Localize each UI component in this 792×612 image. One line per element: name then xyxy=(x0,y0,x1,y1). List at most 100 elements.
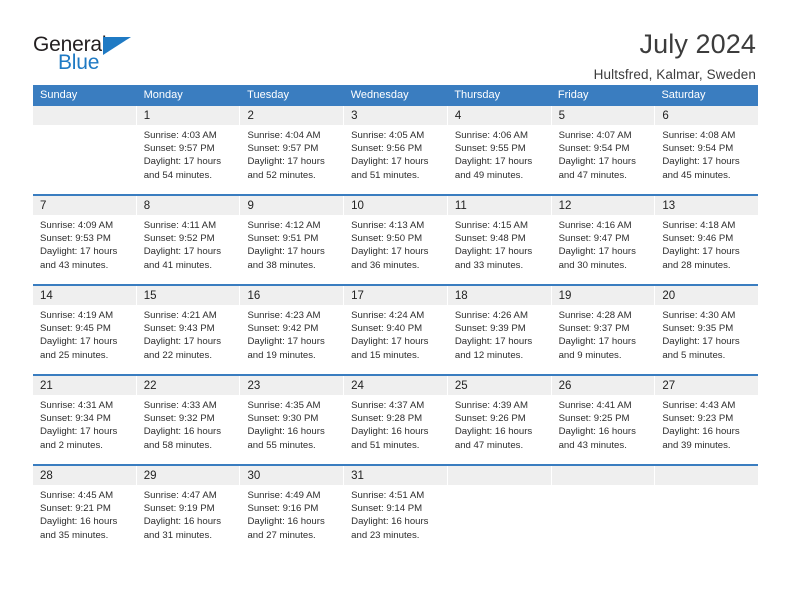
day-number: 27 xyxy=(655,376,759,395)
day-number: 31 xyxy=(344,466,447,485)
day-details: Sunrise: 4:43 AM Sunset: 9:23 PM Daylight:… xyxy=(655,395,758,452)
calendar-day-cell[interactable]: 1 Sunrise: 4:03 AM Sunset: 9:57 PM Daylight… xyxy=(136,106,241,194)
sunrise-text: Sunrise: 4:06 AM xyxy=(454,130,528,141)
sunrise-text: Sunrise: 4:19 AM xyxy=(40,310,114,321)
calendar-day-cell[interactable]: 14 Sunrise: 4:19 AM Sunset: 9:45 PM Dayligh… xyxy=(33,286,137,374)
sunset-text: Sunset: 9:23 PM xyxy=(662,413,734,425)
daylight-text: Daylight: 17 hours and 19 minutes. xyxy=(247,336,325,361)
day-number: 11 xyxy=(447,196,551,215)
sunrise-text: Sunrise: 4:11 AM xyxy=(143,220,217,231)
calendar-grid: Sunday Monday Tuesday Wednesday Thursday… xyxy=(33,85,759,554)
sunset-text: Sunset: 9:39 PM xyxy=(454,323,526,335)
daylight-text: Daylight: 17 hours and 49 minutes. xyxy=(454,156,533,181)
calendar-day-cell[interactable]: 10 Sunrise: 4:13 AM Sunset: 9:50 PM Dayligh… xyxy=(344,196,448,284)
calendar-day-cell[interactable]: 15 Sunrise: 4:21 AM Sunset: 9:43 PM Dayligh… xyxy=(136,286,241,374)
calendar-day-cell[interactable]: 12 Sunrise: 4:16 AM Sunset: 9:47 PM Dayligh… xyxy=(551,196,656,284)
sunset-text: Sunset: 9:47 PM xyxy=(558,233,630,245)
weekday-saturday: Saturday xyxy=(661,89,706,101)
day-number: 12 xyxy=(551,196,655,215)
location-subtitle: Hultsfred, Kalmar, Sweden xyxy=(593,67,756,83)
calendar-day-cell[interactable]: 11 Sunrise: 4:15 AM Sunset: 9:48 PM Dayligh… xyxy=(447,196,552,284)
calendar-day-cell-empty xyxy=(655,466,759,554)
day-details: Sunrise: 4:05 AM Sunset: 9:56 PM Daylight:… xyxy=(344,125,447,182)
sunrise-text: Sunrise: 4:35 AM xyxy=(247,400,321,411)
calendar-day-cell[interactable]: 31 Sunrise: 4:51 AM Sunset: 9:14 PM Dayligh… xyxy=(344,466,448,554)
sunrise-text: Sunrise: 4:39 AM xyxy=(454,400,528,411)
calendar-day-cell[interactable]: 19 Sunrise: 4:28 AM Sunset: 9:37 PM Dayligh… xyxy=(551,286,656,374)
sunset-text: Sunset: 9:52 PM xyxy=(143,233,215,245)
sunrise-text: Sunrise: 4:18 AM xyxy=(662,220,736,231)
calendar-weeks: 1 Sunrise: 4:03 AM Sunset: 9:57 PM Daylight… xyxy=(33,106,759,554)
day-number: 1 xyxy=(136,106,240,125)
daylight-text: Daylight: 17 hours and 2 minutes. xyxy=(40,426,118,451)
calendar-day-cell[interactable]: 13 Sunrise: 4:18 AM Sunset: 9:46 PM Dayligh… xyxy=(655,196,759,284)
day-number: 6 xyxy=(655,106,759,125)
calendar-day-cell[interactable]: 28 Sunrise: 4:45 AM Sunset: 9:21 PM Dayligh… xyxy=(33,466,137,554)
sunset-text: Sunset: 9:43 PM xyxy=(143,323,215,335)
calendar-week-row: 1 Sunrise: 4:03 AM Sunset: 9:57 PM Daylight… xyxy=(33,106,759,194)
calendar-day-cell[interactable]: 5 Sunrise: 4:07 AM Sunset: 9:54 PM Daylight… xyxy=(551,106,656,194)
calendar-day-cell[interactable]: 20 Sunrise: 4:30 AM Sunset: 9:35 PM Dayligh… xyxy=(655,286,759,374)
calendar-day-cell[interactable]: 27 Sunrise: 4:43 AM Sunset: 9:23 PM Dayligh… xyxy=(655,376,759,464)
triangle-icon xyxy=(103,37,131,55)
sunset-text: Sunset: 9:48 PM xyxy=(454,233,526,245)
calendar-day-cell[interactable]: 4 Sunrise: 4:06 AM Sunset: 9:55 PM Daylight… xyxy=(447,106,552,194)
calendar-day-cell[interactable]: 30 Sunrise: 4:49 AM Sunset: 9:16 PM Dayligh… xyxy=(240,466,345,554)
day-number xyxy=(33,106,136,125)
calendar-day-cell[interactable]: 25 Sunrise: 4:39 AM Sunset: 9:26 PM Dayligh… xyxy=(447,376,552,464)
daylight-text: Daylight: 17 hours and 54 minutes. xyxy=(143,156,222,181)
calendar-day-cell[interactable]: 23 Sunrise: 4:35 AM Sunset: 9:30 PM Dayligh… xyxy=(240,376,345,464)
calendar-day-cell[interactable]: 26 Sunrise: 4:41 AM Sunset: 9:25 PM Dayligh… xyxy=(551,376,656,464)
day-number xyxy=(447,466,551,485)
daylight-text: Daylight: 16 hours and 43 minutes. xyxy=(558,426,636,451)
calendar-day-cell[interactable]: 17 Sunrise: 4:24 AM Sunset: 9:40 PM Dayligh… xyxy=(344,286,448,374)
day-details: Sunrise: 4:33 AM Sunset: 9:32 PM Daylight:… xyxy=(137,395,240,452)
sunrise-text: Sunrise: 4:26 AM xyxy=(454,310,528,321)
sunset-text: Sunset: 9:30 PM xyxy=(247,413,319,425)
calendar-day-cell[interactable]: 9 Sunrise: 4:12 AM Sunset: 9:51 PM Daylight… xyxy=(240,196,345,284)
sunset-text: Sunset: 9:19 PM xyxy=(143,503,215,515)
day-number: 20 xyxy=(655,286,759,305)
calendar-day-cell[interactable]: 24 Sunrise: 4:37 AM Sunset: 9:28 PM Dayligh… xyxy=(344,376,448,464)
sunrise-text: Sunrise: 4:43 AM xyxy=(662,400,736,411)
calendar-day-cell[interactable]: 3 Sunrise: 4:05 AM Sunset: 9:56 PM Daylight… xyxy=(344,106,448,194)
day-details: Sunrise: 4:08 AM Sunset: 9:54 PM Daylight:… xyxy=(655,125,758,182)
sunrise-text: Sunrise: 4:03 AM xyxy=(143,130,217,141)
calendar-day-cell[interactable]: 16 Sunrise: 4:23 AM Sunset: 9:42 PM Dayligh… xyxy=(240,286,345,374)
daylight-text: Daylight: 17 hours and 47 minutes. xyxy=(558,156,636,181)
daylight-text: Daylight: 16 hours and 47 minutes. xyxy=(454,426,533,451)
calendar-day-cell[interactable]: 2 Sunrise: 4:04 AM Sunset: 9:57 PM Daylight… xyxy=(240,106,345,194)
day-details: Sunrise: 4:31 AM Sunset: 9:34 PM Daylight:… xyxy=(33,395,136,452)
sunrise-text: Sunrise: 4:15 AM xyxy=(454,220,528,231)
weekday-wednesday: Wednesday xyxy=(350,89,409,101)
calendar-day-cell[interactable]: 7 Sunrise: 4:09 AM Sunset: 9:53 PM Daylight… xyxy=(33,196,137,284)
weekday-tuesday: Tuesday xyxy=(247,89,289,101)
daylight-text: Daylight: 16 hours and 55 minutes. xyxy=(247,426,325,451)
day-details: Sunrise: 4:11 AM Sunset: 9:52 PM Daylight:… xyxy=(137,215,240,272)
calendar-day-cell[interactable]: 22 Sunrise: 4:33 AM Sunset: 9:32 PM Dayligh… xyxy=(136,376,241,464)
daylight-text: Daylight: 17 hours and 43 minutes. xyxy=(40,246,118,271)
calendar-day-cell[interactable]: 18 Sunrise: 4:26 AM Sunset: 9:39 PM Dayligh… xyxy=(447,286,552,374)
general-blue-logo[interactable]: General Blue xyxy=(33,30,145,76)
day-number: 4 xyxy=(447,106,551,125)
sunset-text: Sunset: 9:14 PM xyxy=(351,503,423,515)
weekday-thursday: Thursday xyxy=(454,89,501,101)
sunset-text: Sunset: 9:55 PM xyxy=(454,143,526,155)
sunrise-text: Sunrise: 4:47 AM xyxy=(143,490,217,501)
daylight-text: Daylight: 16 hours and 23 minutes. xyxy=(351,516,429,541)
daylight-text: Daylight: 17 hours and 41 minutes. xyxy=(143,246,222,271)
daylight-text: Daylight: 17 hours and 36 minutes. xyxy=(351,246,429,271)
daylight-text: Daylight: 17 hours and 25 minutes. xyxy=(40,336,118,361)
calendar-page: General Blue July 2024 Hultsfred, Kalmar… xyxy=(0,0,792,612)
page-header: General Blue July 2024 Hultsfred, Kalmar… xyxy=(0,0,792,83)
sunset-text: Sunset: 9:57 PM xyxy=(247,143,319,155)
calendar-day-cell[interactable]: 21 Sunrise: 4:31 AM Sunset: 9:34 PM Dayligh… xyxy=(33,376,137,464)
calendar-day-cell[interactable]: 6 Sunrise: 4:08 AM Sunset: 9:54 PM Daylight… xyxy=(655,106,759,194)
day-number: 3 xyxy=(344,106,447,125)
sunset-text: Sunset: 9:40 PM xyxy=(351,323,423,335)
day-details: Sunrise: 4:37 AM Sunset: 9:28 PM Daylight:… xyxy=(344,395,447,452)
calendar-day-cell[interactable]: 29 Sunrise: 4:47 AM Sunset: 9:19 PM Dayligh… xyxy=(136,466,241,554)
calendar-day-cell-empty xyxy=(447,466,552,554)
daylight-text: Daylight: 17 hours and 22 minutes. xyxy=(143,336,222,361)
calendar-day-cell[interactable]: 8 Sunrise: 4:11 AM Sunset: 9:52 PM Daylight… xyxy=(136,196,241,284)
